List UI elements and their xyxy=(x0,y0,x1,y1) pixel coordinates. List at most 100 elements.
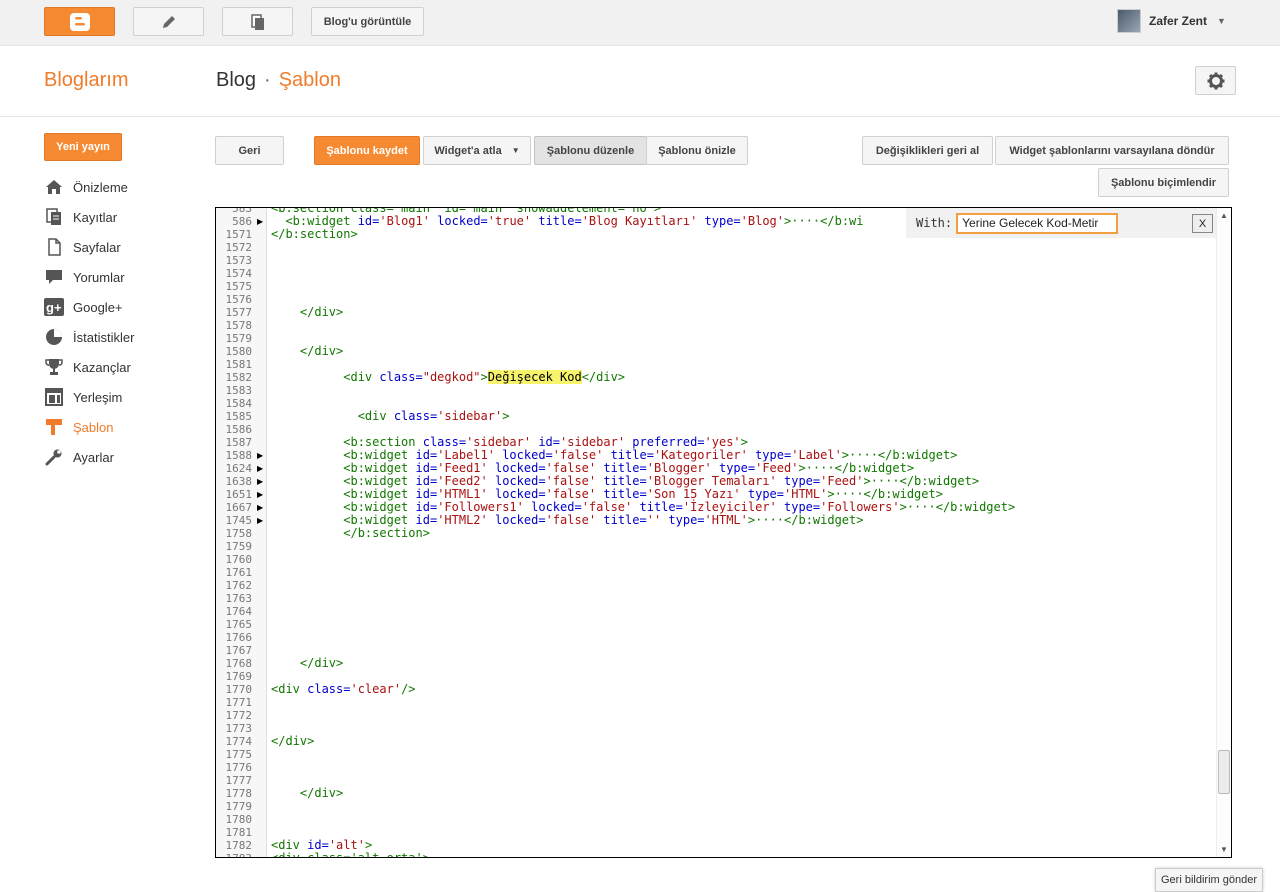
code-token: id= xyxy=(415,448,438,462)
send-feedback-button[interactable]: Geri bildirim gönder xyxy=(1155,868,1263,892)
line-number: 1574 xyxy=(225,267,253,280)
fold-toggle-icon[interactable]: ▶ xyxy=(257,449,263,462)
blogger-logo-button[interactable] xyxy=(44,7,115,36)
code-token: 'Son 15 Yazı' xyxy=(646,487,741,501)
sidebar-item-template[interactable]: Şablon xyxy=(44,412,134,442)
code-token: title= xyxy=(603,448,654,462)
line-number: 1777 xyxy=(225,774,253,787)
line-number: 1624 xyxy=(225,462,253,475)
code-token: class= xyxy=(393,409,438,423)
breadcrumb-blog[interactable]: Blog xyxy=(216,69,256,91)
fold-toggle-icon[interactable]: ▶ xyxy=(257,462,263,475)
code-token: class= xyxy=(379,370,423,384)
sidebar-nav: Önizleme Kayıtlar Sayfalar Yorumlar g+ G… xyxy=(44,172,134,472)
line-number: 1779 xyxy=(225,800,253,813)
code-token: <div xyxy=(271,838,308,852)
fold-toggle-icon[interactable]: ▶ xyxy=(257,514,263,527)
code-token: 'Feed' xyxy=(755,461,799,475)
line-number: 1768 xyxy=(225,657,253,670)
revert-widget-templates-button[interactable]: Widget şablonlarını varsayılana döndür xyxy=(995,136,1229,165)
code-token: 'sidebar' xyxy=(466,435,532,449)
code-token: 'alt' xyxy=(328,838,365,852)
fold-toggle-icon[interactable]: ▶ xyxy=(257,488,263,501)
edit-template-button[interactable]: Şablonu düzenle xyxy=(534,136,647,165)
code-token: >····</b:widget> xyxy=(899,500,1016,514)
code-token: type= xyxy=(740,487,784,501)
code-token: id= xyxy=(357,214,380,228)
save-template-button[interactable]: Şablonu kaydet xyxy=(314,136,420,165)
close-replace-button[interactable]: X xyxy=(1192,214,1213,233)
code-token: 'Blog' xyxy=(740,214,785,228)
sidebar-item-layout[interactable]: Yerleşim xyxy=(44,382,134,412)
code-token: class= xyxy=(307,682,351,696)
code-editor[interactable]: 583 586 ▶ 1571 1572 1573 1574 1575 1576 1577 1578 1… xyxy=(215,207,1232,858)
code-token: 'false' xyxy=(581,500,633,514)
new-post-button[interactable]: Yeni yayın xyxy=(44,133,122,161)
replace-with-input[interactable]: Yerine Gelecek Kod-Metir xyxy=(956,212,1119,234)
page-header: Bloglarım Blog · Şablon xyxy=(0,47,1280,117)
code-token: 'HTML1' xyxy=(437,487,488,501)
code-token: 'İzleyiciler' xyxy=(682,500,777,514)
code-token: 'Label' xyxy=(791,448,842,462)
user-menu[interactable]: Zafer Zent ▼ xyxy=(1117,9,1226,33)
fold-toggle-icon[interactable]: ▶ xyxy=(257,475,263,488)
chevron-down-icon: ▼ xyxy=(511,146,520,155)
revert-changes-button[interactable]: Değişiklikleri geri al xyxy=(862,136,993,165)
scrollbar-thumb[interactable] xyxy=(1218,750,1230,794)
google-plus-icon: g+ xyxy=(44,297,64,317)
avatar xyxy=(1117,9,1141,33)
code-token: id= xyxy=(415,487,438,501)
sidebar-item-stats[interactable]: İstatistikler xyxy=(44,322,134,352)
fold-toggle-icon[interactable]: ▶ xyxy=(257,501,263,514)
sidebar-item-google-plus[interactable]: g+ Google+ xyxy=(44,292,134,322)
code-token: id= xyxy=(415,461,438,475)
line-number: 1760 xyxy=(225,553,253,566)
page-title: Şablon xyxy=(278,69,341,91)
code-line: <b:widget id='Blog1' locked='true' title… xyxy=(271,214,864,228)
line-number: 1776 xyxy=(225,761,253,774)
code-token: <b:widget xyxy=(271,214,358,228)
line-number: 1585 xyxy=(225,410,253,423)
chevron-down-icon: ▼ xyxy=(1217,16,1226,26)
format-template-button[interactable]: Şablonu biçimlendir xyxy=(1098,168,1229,197)
sidebar-item-settings[interactable]: Ayarlar xyxy=(44,442,134,472)
preview-template-button[interactable]: Şablonu önizle xyxy=(646,136,748,165)
posts-list-button[interactable] xyxy=(222,7,293,36)
vertical-scrollbar[interactable]: ▲ ▼ xyxy=(1216,208,1231,857)
jump-to-widget-dropdown[interactable]: Widget'a atla ▼ xyxy=(423,136,531,165)
sidebar-item-comments[interactable]: Yorumlar xyxy=(44,262,134,292)
code-token: title= xyxy=(531,214,582,228)
sidebar-item-earnings[interactable]: Kazançlar xyxy=(44,352,134,382)
code-token: > xyxy=(480,370,488,384)
code-token: </div> xyxy=(271,786,344,800)
pencil-icon xyxy=(162,15,175,28)
code-line: <div class="degkod">Değişecek Kod</div> xyxy=(271,370,625,384)
scroll-down-icon[interactable]: ▼ xyxy=(1220,845,1228,854)
sidebar-item-posts[interactable]: Kayıtlar xyxy=(44,202,134,232)
code-token: <div xyxy=(271,409,394,423)
code-token: '' xyxy=(646,513,662,527)
code-token: <b:widget xyxy=(271,513,416,527)
trophy-icon xyxy=(44,357,64,377)
code-token: 'Label1' xyxy=(437,448,495,462)
line-number: 1759 xyxy=(225,540,253,553)
new-post-pencil-button[interactable] xyxy=(133,7,204,36)
sidebar-item-label: Şablon xyxy=(73,419,114,435)
back-button[interactable]: Geri xyxy=(215,136,284,165)
fold-toggle-icon[interactable]: ▶ xyxy=(257,215,263,228)
code-token: <b:widget xyxy=(271,500,416,514)
view-blog-button[interactable]: Blog'u görüntüle xyxy=(311,7,424,36)
my-blogs-link[interactable]: Bloglarım xyxy=(44,69,128,92)
line-number: 1764 xyxy=(225,605,253,618)
breadcrumb-separator: · xyxy=(264,69,271,91)
code-token: >····</b:wi xyxy=(784,214,864,228)
code-token: preferred= xyxy=(625,435,705,449)
code-token: 'Blogger' xyxy=(646,461,712,475)
comments-icon xyxy=(44,267,64,287)
sidebar-item-pages[interactable]: Sayfalar xyxy=(44,232,134,262)
sidebar-item-preview[interactable]: Önizleme xyxy=(44,172,134,202)
code-token: 'Followers1' xyxy=(437,500,524,514)
scroll-up-icon[interactable]: ▲ xyxy=(1220,211,1228,220)
code-line: </div> xyxy=(271,735,314,748)
settings-button[interactable] xyxy=(1195,66,1236,95)
